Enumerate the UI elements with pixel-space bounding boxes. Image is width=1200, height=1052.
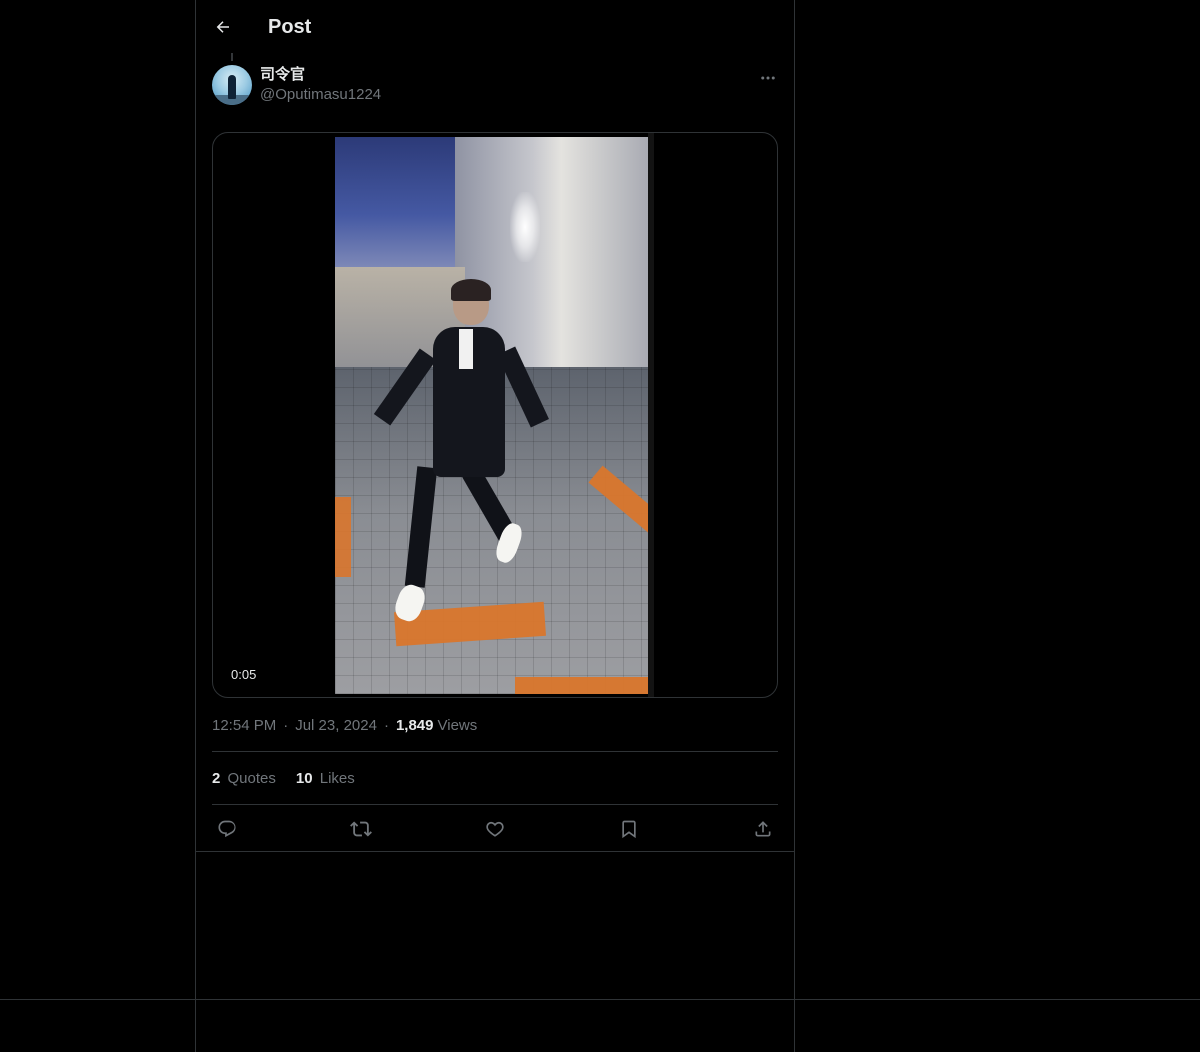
bottom-divider xyxy=(0,999,1200,1000)
post-stats: 2 Quotes 10 Likes xyxy=(212,752,778,805)
video-duration-badge[interactable]: 0:05 xyxy=(229,666,259,683)
views-label: Views xyxy=(437,717,478,734)
author-display-name[interactable]: 司令官 xyxy=(260,66,381,84)
thread-connector xyxy=(231,53,233,61)
heart-icon xyxy=(486,821,504,837)
video-light xyxy=(510,192,540,262)
share-icon xyxy=(755,820,771,836)
like-button[interactable] xyxy=(484,818,506,840)
post-bottom-divider xyxy=(196,851,794,852)
repost-button[interactable] xyxy=(350,818,372,840)
avatar-figure xyxy=(228,75,236,99)
reply-icon xyxy=(218,820,236,837)
more-horizontal-icon xyxy=(761,76,775,80)
primary-column: Post 司令官 @Oputimasu1224 0:05 12:54 PM · … xyxy=(196,0,794,852)
quotes-stat[interactable]: 2 Quotes xyxy=(212,770,276,787)
likes-stat[interactable]: 10 Likes xyxy=(296,770,355,787)
share-button[interactable] xyxy=(752,818,774,840)
meta-separator: · xyxy=(383,717,389,734)
quotes-label: Quotes xyxy=(227,769,276,787)
likes-label: Likes xyxy=(319,769,355,787)
video-road-marking xyxy=(335,497,351,577)
author-handle[interactable]: @Oputimasu1224 xyxy=(260,84,381,106)
post-meta: 12:54 PM · Jul 23, 2024 · 1,849 Views xyxy=(212,712,778,752)
post-time[interactable]: 12:54 PM xyxy=(212,717,276,734)
back-button[interactable] xyxy=(212,16,234,38)
post-actions xyxy=(212,805,778,852)
page-header: Post xyxy=(196,0,794,54)
more-options-button[interactable] xyxy=(758,68,778,88)
right-column-border xyxy=(794,0,795,1052)
reply-button[interactable] xyxy=(216,818,238,840)
author-names: 司令官 @Oputimasu1224 xyxy=(260,66,381,106)
views-count: 1,849 xyxy=(395,717,434,734)
arrow-left-icon xyxy=(216,21,229,33)
repost-icon xyxy=(350,821,372,836)
bookmark-icon xyxy=(622,820,636,838)
video-person-hair xyxy=(451,279,491,301)
post-author: 司令官 @Oputimasu1224 xyxy=(196,53,794,114)
video-player[interactable]: 0:05 xyxy=(212,132,778,698)
video-road-marking xyxy=(515,677,648,694)
avatar[interactable] xyxy=(212,65,252,105)
page-title: Post xyxy=(268,15,312,38)
meta-separator: · xyxy=(283,717,289,734)
bookmark-button[interactable] xyxy=(618,818,640,840)
video-frame[interactable] xyxy=(335,137,648,694)
post-date[interactable]: Jul 23, 2024 xyxy=(295,717,377,734)
quotes-count: 2 xyxy=(212,769,221,787)
likes-count: 10 xyxy=(295,769,313,787)
video-person-shirt xyxy=(459,329,473,369)
video-edge xyxy=(648,133,654,697)
